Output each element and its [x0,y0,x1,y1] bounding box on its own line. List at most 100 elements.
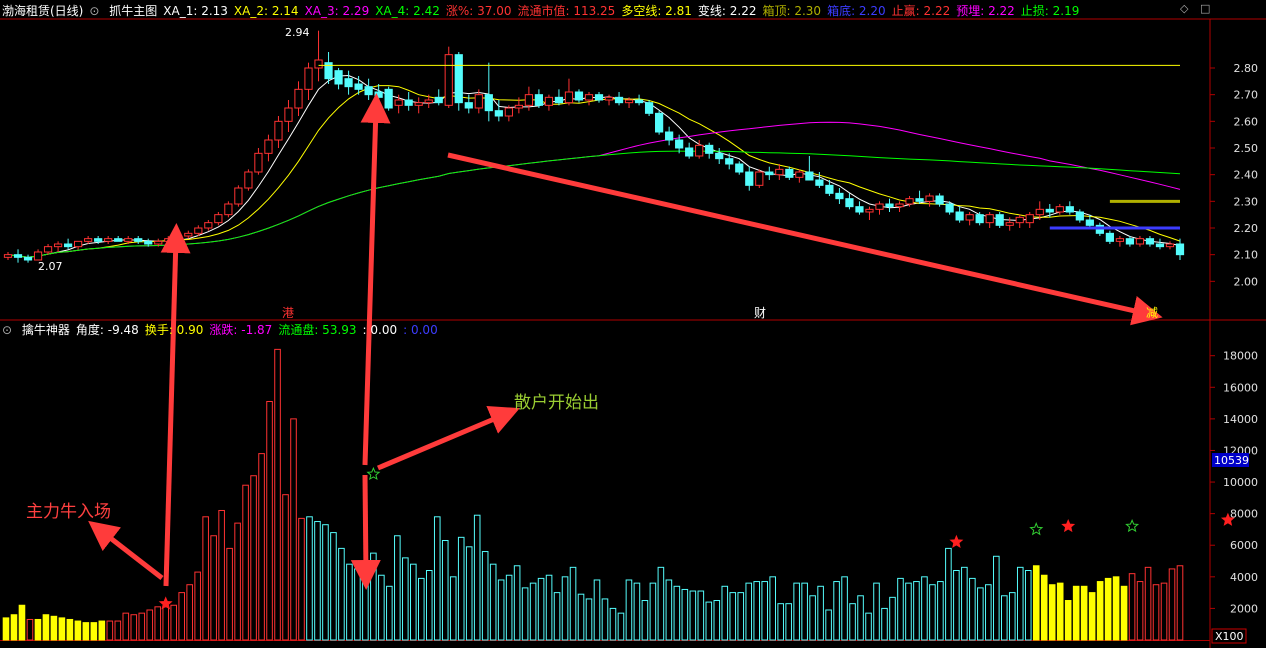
volume-bar[interactable] [841,576,848,641]
volume-bar[interactable] [58,617,66,641]
volume-bar[interactable] [665,579,673,641]
candle[interactable] [284,100,293,132]
candle[interactable] [1105,230,1114,244]
volume-bar[interactable] [82,622,90,641]
volume-bar[interactable] [298,517,305,641]
volume-bar[interactable] [489,563,497,641]
volume-bar[interactable] [202,516,209,641]
volume-bar[interactable] [90,622,98,641]
candle[interactable] [885,198,894,212]
volume-bar[interactable] [513,565,521,641]
candle[interactable] [715,148,724,164]
volume-bar[interactable] [290,418,297,641]
volume-bar[interactable] [218,509,225,641]
volume-bar[interactable] [322,524,329,641]
volume-bar[interactable] [889,596,896,641]
candle[interactable] [634,94,644,106]
volume-bar[interactable] [737,592,745,641]
volume-bar[interactable] [449,576,457,641]
volume-bar[interactable] [1032,565,1040,641]
volume-bar[interactable] [441,539,449,641]
candle[interactable] [1005,217,1014,231]
volume-bar[interactable] [1008,592,1016,641]
volume-bar[interactable] [433,516,441,641]
volume-bar[interactable] [50,615,58,641]
volume-bar[interactable] [553,592,561,641]
sub-indicator-name[interactable]: 擒牛神器 [22,323,70,337]
candle[interactable] [975,212,984,226]
volume-bar[interactable] [777,603,784,641]
stock-title[interactable]: 渤海租赁(日线) [2,4,83,18]
candle[interactable] [845,193,854,210]
collapse-icon[interactable]: ⊙ [89,4,99,18]
candle[interactable] [114,236,123,242]
candle[interactable] [214,212,223,226]
candle[interactable] [965,212,974,226]
volume-bar[interactable] [953,570,960,641]
candle[interactable] [384,86,393,111]
candle[interactable] [244,169,253,191]
candle[interactable] [805,156,814,181]
volume-bar[interactable] [346,563,353,641]
candle[interactable] [23,254,33,263]
volume-bar[interactable] [162,606,170,641]
candle[interactable] [164,236,173,244]
volume-bar[interactable] [338,547,345,641]
volume-bar[interactable] [705,601,713,641]
candle[interactable] [374,84,383,103]
candle[interactable] [1045,204,1054,218]
candle[interactable] [304,62,313,100]
candle[interactable] [334,68,343,90]
volume-bar[interactable] [170,604,178,641]
candle[interactable] [264,134,273,162]
volume-bar[interactable] [106,620,114,641]
volume-bar[interactable] [657,566,665,641]
volume-bar[interactable] [18,604,26,641]
volume-bar[interactable] [505,574,513,641]
volume-bar[interactable] [250,475,257,641]
volume-bar[interactable] [969,577,976,641]
candle[interactable] [925,193,934,207]
volume-bar[interactable] [98,620,106,641]
candle[interactable] [3,252,13,260]
volume-bar[interactable] [1112,576,1120,641]
volume-bar[interactable] [649,582,657,641]
candle[interactable] [33,249,43,261]
candle[interactable] [835,188,844,204]
volume-bar[interactable] [194,571,201,641]
volume-bar[interactable] [873,582,880,641]
volume-bar[interactable] [801,582,808,641]
volume-bar[interactable] [242,484,249,641]
candle[interactable] [294,81,303,116]
volume-bar[interactable] [945,547,952,641]
candle[interactable] [665,126,674,146]
candle[interactable] [574,89,584,103]
volume-bar[interactable] [386,585,393,641]
candle[interactable] [454,52,463,111]
volume-bar[interactable] [1152,584,1160,641]
volume-bar[interactable] [689,590,697,641]
candle[interactable] [995,212,1004,228]
volume-bar[interactable] [1016,566,1024,641]
volume-bar[interactable] [721,585,729,641]
sub-collapse-icon[interactable]: ⊙ [2,323,12,337]
volume-bar[interactable] [425,570,433,641]
candle[interactable] [344,70,353,95]
volume-bar[interactable] [210,535,217,641]
volume-bar[interactable] [186,584,193,641]
main-indicator-name[interactable]: 抓牛主图 [109,4,157,18]
volume-bar[interactable] [793,582,800,641]
volume-bar[interactable] [274,348,281,641]
volume-bar[interactable] [146,609,154,641]
volume-bar[interactable] [833,581,840,641]
candle[interactable] [1165,241,1175,250]
volume-bar[interactable] [473,514,481,641]
volume-bar[interactable] [985,584,992,641]
candle[interactable] [1155,238,1165,250]
volume-bar[interactable] [617,612,625,641]
volume-bar[interactable] [26,618,34,641]
volume-bar[interactable] [585,598,593,641]
volume-bar[interactable] [625,579,633,641]
volume-bar[interactable] [785,603,792,641]
volume-bar[interactable] [282,494,289,641]
